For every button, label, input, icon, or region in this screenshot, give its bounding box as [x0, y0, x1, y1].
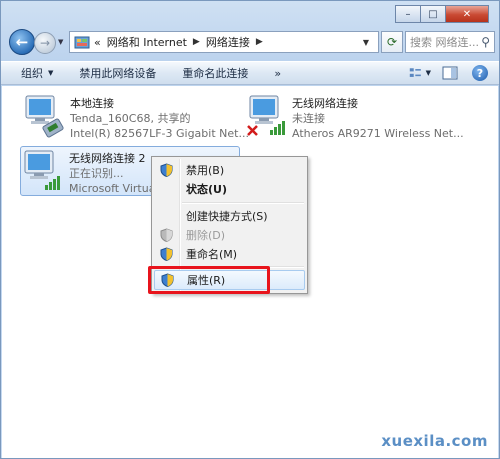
preview-pane-button[interactable] — [439, 64, 461, 82]
refresh-icon: ⟳ — [386, 35, 398, 49]
minimize-button[interactable]: – — [395, 5, 421, 23]
connection-device: Atheros AR9271 Wireless Net... — [292, 127, 464, 140]
menu-item-create-shortcut[interactable]: 创建快捷方式(S) — [154, 206, 305, 226]
search-placeholder: 搜索 网络连... — [410, 36, 479, 49]
organize-label: 组织 — [21, 67, 43, 80]
help-button[interactable]: ? — [469, 64, 491, 82]
history-dropdown-icon[interactable]: ▼ — [58, 38, 63, 46]
disable-device-label: 禁用此网络设备 — [79, 67, 157, 80]
watermark: xuexila.com — [381, 432, 488, 450]
address-bar[interactable]: « 网络和 Internet ▶ 网络连接 ▶ ▼ — [69, 31, 379, 53]
view-options-icon — [409, 68, 421, 77]
breadcrumb-network-internet[interactable]: 网络和 Internet — [107, 34, 187, 50]
connection-name: 无线网络连接 2 — [69, 152, 146, 165]
connection-status: 未连接 — [292, 112, 325, 125]
breadcrumb-network-connections[interactable]: 网络连接 — [206, 34, 250, 50]
highlight-box — [148, 266, 270, 294]
chevron-down-icon: ▼ — [425, 69, 431, 77]
connection-status: Tenda_160C68, 共享的 — [70, 112, 191, 125]
chevron-down-icon: ▼ — [48, 69, 54, 77]
address-dropdown-icon[interactable]: ▼ — [363, 38, 369, 47]
wired-network-icon — [22, 92, 70, 142]
menu-item-label: 状态(U) — [186, 183, 227, 196]
control-panel-icon — [74, 36, 90, 49]
refresh-button[interactable]: ⟳ — [381, 31, 403, 53]
toolbar-overflow-label: » — [274, 66, 282, 80]
command-bar: 组织 ▼ 禁用此网络设备 重命名此连接 » ▼ ? — [1, 61, 499, 85]
connection-device: Intel(R) 82567LF-3 Gigabit Net... — [70, 127, 249, 140]
uac-shield-icon — [154, 225, 178, 245]
preview-pane-icon — [442, 66, 458, 80]
search-icon: ⚲ — [481, 35, 490, 49]
menu-item-label: 重命名(M) — [186, 248, 238, 261]
forward-arrow-icon: → — [39, 36, 51, 50]
menu-item-disable[interactable]: 禁用(B) — [154, 160, 305, 180]
disable-device-button[interactable]: 禁用此网络设备 — [79, 65, 156, 81]
breadcrumb-overflow[interactable]: « — [94, 36, 101, 49]
connection-name: 无线网络连接 — [292, 97, 358, 110]
organize-button[interactable]: 组织 ▼ — [21, 65, 53, 81]
breadcrumb-separator-icon[interactable]: ▶ — [256, 37, 263, 47]
toolbar-overflow-button[interactable]: » — [274, 67, 281, 80]
connection-status: 正在识别... — [69, 167, 124, 180]
menu-separator — [182, 202, 304, 204]
connection-device: Microsoft Virtual — [69, 182, 159, 195]
back-arrow-icon: ← — [15, 33, 29, 51]
back-button[interactable]: ← — [9, 29, 35, 55]
close-button[interactable]: ✕ — [445, 5, 489, 23]
change-view-button[interactable]: ▼ — [409, 64, 431, 82]
wireless-network-icon — [21, 147, 69, 197]
rename-connection-button[interactable]: 重命名此连接 — [182, 65, 248, 81]
breadcrumb-separator-icon[interactable]: ▶ — [193, 37, 200, 47]
wireless-network-icon — [244, 92, 292, 142]
uac-shield-icon — [154, 244, 178, 264]
uac-shield-icon — [154, 160, 178, 180]
connection-name: 本地连接 — [70, 97, 114, 110]
maximize-button[interactable]: □ — [420, 5, 446, 23]
explorer-window: – □ ✕ ← → ▼ « 网络和 Internet ▶ 网络连接 ▶ ▼ ⟳ — [0, 0, 500, 459]
menu-item-delete[interactable]: 删除(D) — [154, 225, 305, 245]
menu-item-status[interactable]: 状态(U) — [154, 179, 305, 199]
connection-local[interactable]: 本地连接 Tenda_160C68, 共享的 Intel(R) 82567LF-… — [22, 92, 252, 142]
search-input[interactable]: 搜索 网络连... ⚲ — [405, 31, 495, 53]
caption-buttons: – □ ✕ — [395, 5, 489, 23]
forward-button[interactable]: → — [34, 32, 56, 54]
menu-item-label: 禁用(B) — [186, 164, 225, 177]
menu-item-label: 创建快捷方式(S) — [186, 210, 268, 223]
help-icon: ? — [472, 65, 488, 81]
rename-connection-label: 重命名此连接 — [182, 67, 249, 80]
navigation-bar: ← → ▼ « 网络和 Internet ▶ 网络连接 ▶ ▼ ⟳ 搜索 网络连… — [7, 29, 495, 55]
menu-item-label: 删除(D) — [186, 229, 226, 242]
menu-item-rename[interactable]: 重命名(M) — [154, 244, 305, 264]
connection-wireless[interactable]: 无线网络连接 未连接 Atheros AR9271 Wireless Net..… — [244, 92, 494, 142]
toolbar-right: ▼ ? — [401, 64, 491, 82]
